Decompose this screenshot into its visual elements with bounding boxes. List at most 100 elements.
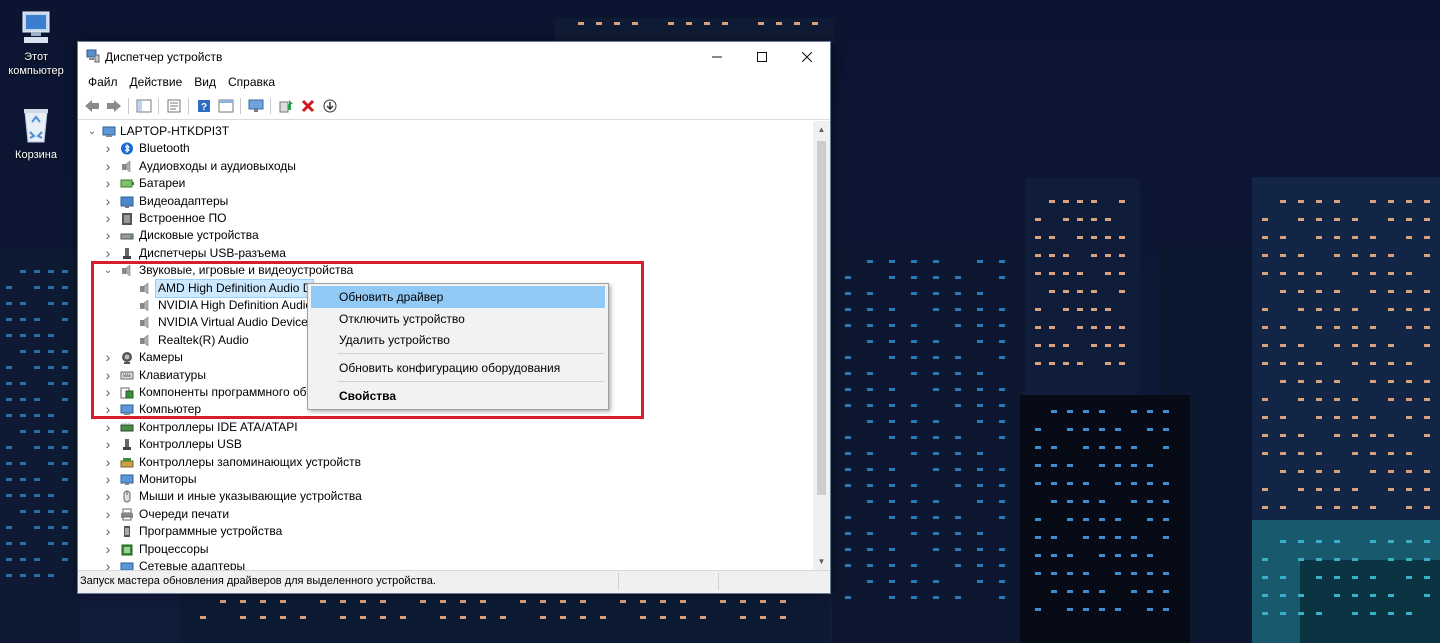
context-item-update-driver[interactable]: Обновить драйвер: [311, 286, 605, 308]
tree-category[interactable]: › Видеоадаптеры: [78, 193, 813, 210]
chevron-right-icon[interactable]: ›: [103, 140, 113, 157]
context-item-label: Удалить устройство: [339, 333, 450, 347]
chevron-right-icon[interactable]: ›: [103, 158, 113, 175]
vertical-scrollbar[interactable]: ▲ ▼: [813, 121, 830, 570]
uninstall-button[interactable]: [298, 97, 317, 116]
scroll-down-icon[interactable]: ▼: [813, 553, 830, 570]
tree-category[interactable]: › Встроенное ПО: [78, 210, 813, 227]
view-resources-icon: [218, 99, 233, 113]
chevron-right-icon[interactable]: ›: [103, 419, 113, 436]
tree-category[interactable]: › Дисковые устройства: [78, 227, 813, 244]
close-button[interactable]: [784, 42, 829, 71]
show-hide-tree-button[interactable]: [134, 97, 153, 116]
software-device-icon: [124, 526, 130, 538]
menu-help[interactable]: Справка: [222, 75, 281, 89]
help-button[interactable]: ?: [194, 97, 213, 116]
tree-category-label: Батареи: [139, 176, 186, 191]
tree-category[interactable]: › Аудиовходы и аудиовыходы: [78, 158, 813, 175]
desktop-icon-label: компьютер: [8, 65, 64, 77]
scroll-up-icon[interactable]: ▲: [813, 121, 830, 138]
update-driver-button[interactable]: [276, 97, 295, 116]
tree-category[interactable]: › Контроллеры USB: [78, 436, 813, 453]
forward-button[interactable]: [104, 97, 123, 116]
maximize-button[interactable]: [739, 42, 784, 71]
title-bar[interactable]: Диспетчер устройств: [78, 42, 830, 71]
desktop-icon-label: Этот: [24, 51, 48, 63]
printer-icon: [121, 508, 133, 521]
chevron-right-icon[interactable]: ›: [103, 227, 113, 244]
tree-category-label: Контроллеры USB: [139, 437, 242, 452]
chevron-right-icon[interactable]: ›: [103, 245, 113, 262]
tree-category-label: Дисковые устройства: [139, 228, 259, 243]
properties-button[interactable]: [164, 97, 183, 116]
tree-category[interactable]: › Мыши и иные указывающие устройства: [78, 488, 813, 505]
context-item-disable-device[interactable]: Отключить устройство: [311, 308, 605, 330]
tree-category-label: Контроллеры запоминающих устройств: [139, 454, 361, 469]
firmware-icon: [122, 213, 132, 225]
usb-icon: [123, 247, 131, 259]
tree-category[interactable]: › Батареи: [78, 175, 813, 192]
view-resources-button[interactable]: [216, 97, 235, 116]
minimize-button[interactable]: [694, 42, 739, 71]
show-hide-tree-icon: [136, 99, 151, 113]
download-icon: [323, 99, 336, 113]
tree-category-label: Встроенное ПО: [139, 211, 227, 225]
menu-action[interactable]: Действие: [124, 75, 189, 89]
tree-root[interactable]: ⌄ LAPTOP-HTKDPI3T: [78, 123, 813, 140]
status-cell: [718, 573, 719, 590]
disk-icon: [120, 233, 134, 240]
menu-file[interactable]: Файл: [82, 75, 124, 89]
tree-category[interactable]: › Мониторы: [78, 471, 813, 488]
chevron-right-icon[interactable]: ›: [103, 175, 113, 192]
toolbar-separator: [270, 98, 271, 114]
context-item-properties[interactable]: Свойства: [311, 385, 605, 407]
context-item-scan-hardware[interactable]: Обновить конфигурацию оборудования: [311, 357, 605, 379]
scan-hardware-button[interactable]: [246, 97, 265, 116]
context-item-label: Отключить устройство: [339, 312, 465, 326]
tree-category[interactable]: › Очереди печати: [78, 506, 813, 523]
back-button[interactable]: [82, 97, 101, 116]
chevron-right-icon[interactable]: ›: [103, 488, 113, 505]
tree-category[interactable]: › Контроллеры IDE ATA/ATAPI: [78, 419, 813, 436]
chevron-right-icon[interactable]: ›: [103, 523, 113, 540]
tree-category[interactable]: › Диспетчеры USB-разъема: [78, 245, 813, 262]
toolbar-separator: [158, 98, 159, 114]
chevron-down-icon[interactable]: ⌄: [87, 123, 97, 140]
chevron-right-icon[interactable]: ›: [103, 506, 113, 523]
chevron-right-icon[interactable]: ›: [103, 558, 113, 570]
tree-category[interactable]: › Процессоры: [78, 541, 813, 558]
scroll-thumb[interactable]: [817, 141, 826, 495]
chevron-right-icon[interactable]: ›: [103, 210, 113, 227]
context-item-label: Обновить драйвер: [339, 290, 444, 304]
download-button[interactable]: [320, 97, 339, 116]
tree-category[interactable]: › Bluetooth: [78, 140, 813, 157]
close-icon: [801, 51, 812, 62]
desktop-icon-recycle-bin[interactable]: Корзина: [0, 106, 72, 162]
forward-arrow-icon: [106, 100, 121, 112]
tree-category-label: Процессоры: [139, 541, 209, 556]
chevron-right-icon[interactable]: ›: [103, 541, 113, 558]
tree-category[interactable]: › Контроллеры запоминающих устройств: [78, 454, 813, 471]
tree-category-label: Диспетчеры USB-разъема: [139, 245, 286, 260]
tree-category-label: Очереди печати: [139, 506, 230, 521]
tree-category[interactable]: › Сетевые адаптеры: [78, 558, 813, 570]
tree-category[interactable]: › Программные устройства: [78, 523, 813, 540]
context-item-uninstall-device[interactable]: Удалить устройство: [311, 329, 605, 351]
back-arrow-icon: [84, 100, 99, 112]
chevron-right-icon[interactable]: ›: [103, 436, 113, 453]
tree-category-label: Видеоадаптеры: [139, 193, 229, 208]
chevron-right-icon[interactable]: ›: [103, 471, 113, 488]
desktop-icon-this-pc[interactable]: Этот компьютер: [0, 10, 72, 78]
speaker-icon: [122, 160, 131, 173]
chevron-right-icon[interactable]: ›: [103, 454, 113, 471]
network-adapter-icon: [120, 562, 134, 570]
minimize-icon: [711, 56, 722, 57]
menu-view[interactable]: Вид: [188, 75, 222, 89]
maximize-icon: [756, 51, 767, 62]
battery-icon: [120, 179, 134, 188]
update-driver-icon: [279, 100, 293, 113]
computer-icon: [102, 126, 116, 137]
toolbar-separator: [240, 98, 241, 114]
toolbar-separator: [188, 98, 189, 114]
chevron-right-icon[interactable]: ›: [103, 193, 113, 210]
